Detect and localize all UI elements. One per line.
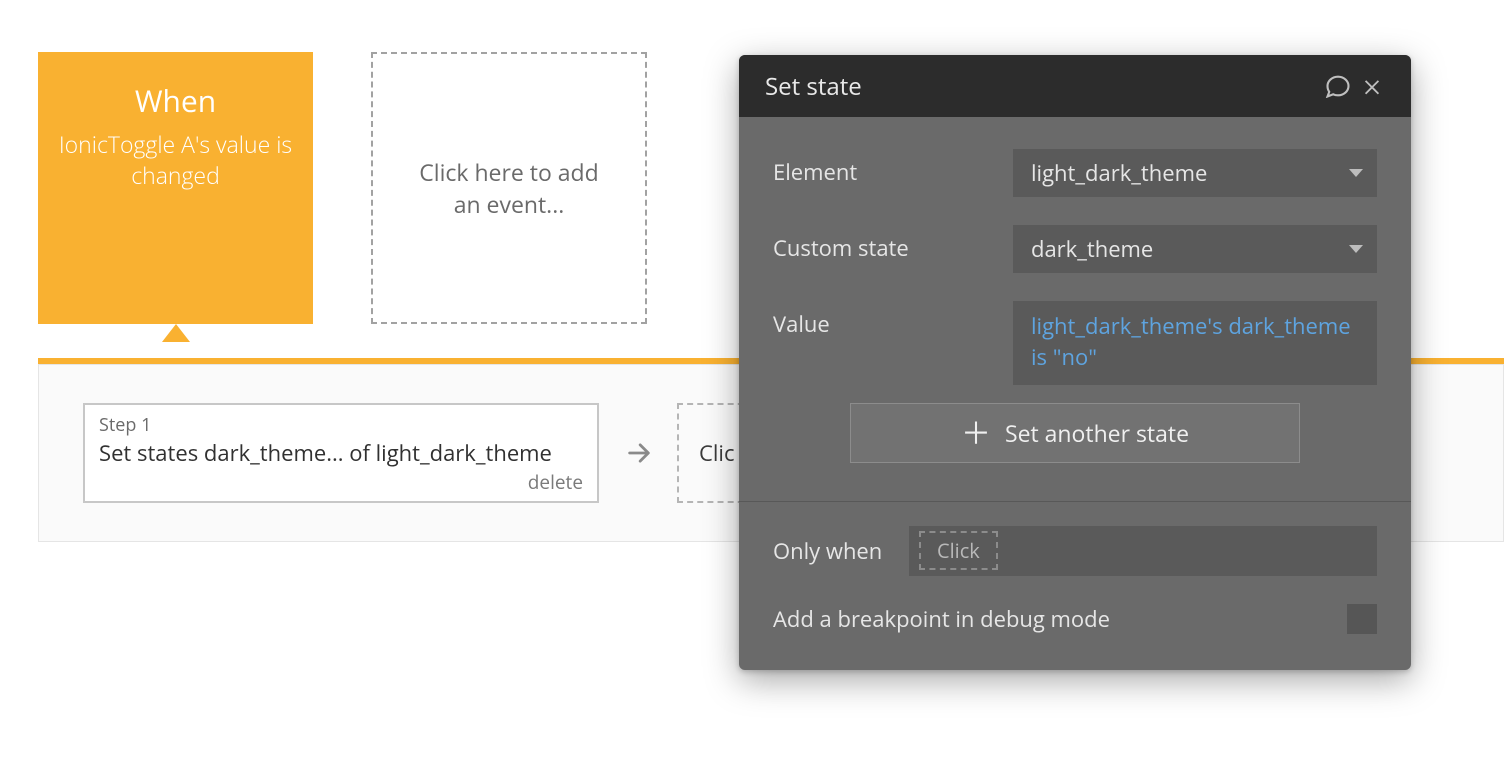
only-when-field[interactable]: Click: [909, 526, 1377, 576]
set-another-state-button[interactable]: ＋ Set another state: [850, 403, 1300, 463]
breakpoint-checkbox[interactable]: [1347, 604, 1377, 634]
prop-row-custom-state: Custom state dark_theme: [773, 225, 1377, 273]
breakpoint-label: Add a breakpoint in debug mode: [773, 604, 1110, 634]
comment-icon[interactable]: [1321, 74, 1355, 98]
when-description: IonicToggle A's value is changed: [56, 129, 295, 191]
custom-state-dropdown[interactable]: dark_theme: [1013, 225, 1377, 273]
step-delete-button[interactable]: delete: [99, 469, 583, 495]
element-value: light_dark_theme: [1031, 158, 1207, 188]
panel-divider: [739, 501, 1411, 502]
value-expression[interactable]: light_dark_theme's dark_theme is "no": [1013, 301, 1377, 385]
element-label: Element: [773, 149, 1013, 187]
add-event-box[interactable]: Click here to add an event...: [371, 52, 647, 324]
plus-icon: ＋: [961, 418, 991, 448]
value-label: Value: [773, 301, 1013, 339]
prop-row-breakpoint: Add a breakpoint in debug mode: [773, 604, 1377, 656]
only-when-label: Only when: [773, 536, 903, 566]
step-label: Step 1: [99, 413, 583, 437]
panel-title: Set state: [765, 70, 1321, 103]
chevron-down-icon: [1349, 169, 1363, 177]
step-card[interactable]: Step 1 Set states dark_theme... of light…: [83, 403, 599, 503]
prop-row-element: Element light_dark_theme: [773, 149, 1377, 197]
when-event-box[interactable]: When IonicToggle A's value is changed: [38, 52, 313, 324]
step-text: Set states dark_theme... of light_dark_t…: [99, 438, 583, 468]
prop-row-only-when: Only when Click: [773, 526, 1377, 576]
element-dropdown[interactable]: light_dark_theme: [1013, 149, 1377, 197]
property-panel: Set state Element light_dark_theme Custo…: [739, 55, 1411, 670]
set-another-label: Set another state: [1005, 417, 1189, 449]
add-action-label: Clic: [699, 438, 735, 468]
add-event-label: Click here to add an event...: [403, 156, 615, 220]
arrow-right-icon: [625, 439, 653, 467]
custom-state-value: dark_theme: [1031, 234, 1153, 264]
close-icon[interactable]: [1355, 75, 1389, 97]
chevron-down-icon: [1349, 245, 1363, 253]
panel-header: Set state: [739, 55, 1411, 117]
prop-row-value: Value light_dark_theme's dark_theme is "…: [773, 301, 1377, 385]
when-title: When: [135, 80, 216, 121]
panel-body: Element light_dark_theme Custom state da…: [739, 117, 1411, 670]
only-when-placeholder[interactable]: Click: [919, 531, 998, 570]
custom-state-label: Custom state: [773, 225, 1013, 263]
